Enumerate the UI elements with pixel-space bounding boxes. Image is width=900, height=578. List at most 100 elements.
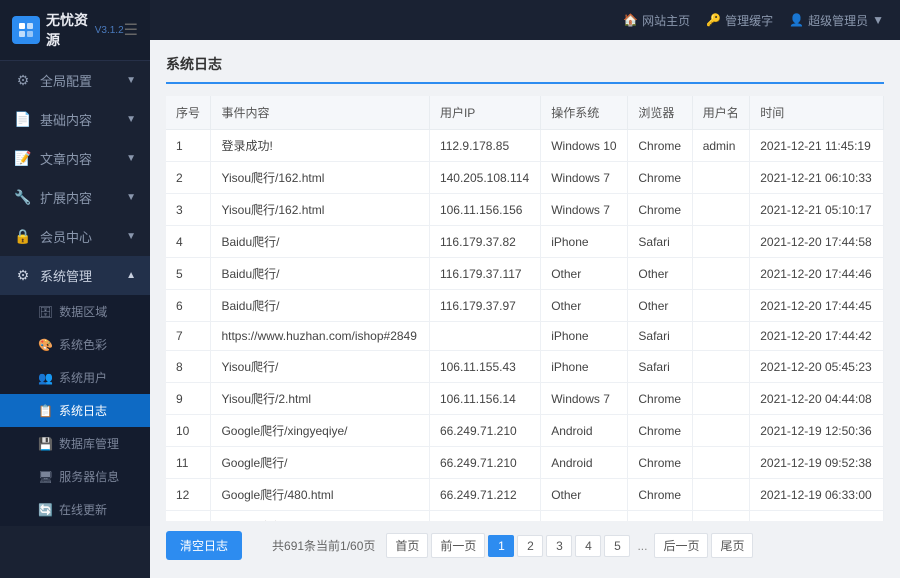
- sidebar-item-kuozhan[interactable]: 🔧 扩展内容 ▼: [0, 178, 150, 217]
- sidebar-item-xitongse[interactable]: 🎨 系统色彩: [0, 328, 150, 361]
- sidebar-item-huiyuan[interactable]: 🔒 会员中心 ▼: [0, 217, 150, 256]
- xitong-icon: ⚙: [14, 267, 32, 285]
- cell-os: Windows 7: [541, 194, 628, 226]
- cell-id: 9: [166, 383, 211, 415]
- table-row: 6Baidu爬行/116.179.37.97OtherOther2021-12-…: [166, 290, 884, 322]
- wenzhang-label: 文章内容: [40, 149, 92, 168]
- cell-browser: Chrome: [628, 194, 692, 226]
- sidebar-item-dianpu[interactable]: 💾 数据库管理: [0, 427, 150, 460]
- sidebar-logo: 无忧资源 V3.1.2 ☰: [0, 0, 150, 61]
- sidebar-item-xitong[interactable]: ⚙ 系统管理 ▲ 🗄 数据区域 🎨 系统色彩 👥 系统用户 📋: [0, 256, 150, 526]
- app-name: 无忧资源: [46, 10, 91, 50]
- table-header-row: 序号 事件内容 用户IP 操作系统 浏览器 用户名 时间: [166, 96, 884, 130]
- cell-ip: 66.249.71.212: [429, 511, 540, 522]
- cell-event: Yisou爬行/162.html: [211, 194, 430, 226]
- table-row: 5Baidu爬行/116.179.37.117OtherOther2021-12…: [166, 258, 884, 290]
- cell-id: 6: [166, 290, 211, 322]
- sidebar-item-rizhi[interactable]: 📋 系统日志: [0, 394, 150, 427]
- cell-ip: 106.11.155.43: [429, 351, 540, 383]
- cell-event: 登录成功!: [211, 130, 430, 162]
- cell-os: iPhone: [541, 322, 628, 351]
- first-page-button[interactable]: 首页: [386, 533, 428, 558]
- quanlu-label: 全局配置: [40, 71, 92, 90]
- table-row: 2Yisou爬行/162.html140.205.108.114Windows …: [166, 162, 884, 194]
- logo-icon: [12, 16, 40, 44]
- table-row: 9Yisou爬行/2.html106.11.156.14Windows 7Chr…: [166, 383, 884, 415]
- cell-ip: 106.11.156.14: [429, 383, 540, 415]
- cell-user: admin: [692, 130, 750, 162]
- sidebar: 无忧资源 V3.1.2 ☰ ⚙ 全局配置 ▼ 📄 基础内容 ▼ 📝 文章内容 ▼: [0, 0, 150, 578]
- cell-id: 8: [166, 351, 211, 383]
- cell-ip: 116.179.37.117: [429, 258, 540, 290]
- xitong-submenu: 🗄 数据区域 🎨 系统色彩 👥 系统用户 📋 系统日志 💾 数据库: [0, 295, 150, 526]
- cell-time: 2021-12-21 06:10:33: [750, 162, 884, 194]
- cell-browser: Chrome: [628, 383, 692, 415]
- col-time: 时间: [750, 96, 884, 130]
- page-4-button[interactable]: 4: [575, 535, 601, 557]
- prev-page-button[interactable]: 前一页: [431, 533, 485, 558]
- jiben-icon: 📄: [14, 111, 32, 129]
- kuozhan-label: 扩展内容: [40, 188, 92, 207]
- last-page-button[interactable]: 尾页: [711, 533, 753, 558]
- cell-os: Windows 7: [541, 383, 628, 415]
- table-row: 3Yisou爬行/162.html106.11.156.156Windows 7…: [166, 194, 884, 226]
- cell-time: 2021-12-20 17:44:58: [750, 226, 884, 258]
- sidebar-item-shuju[interactable]: 🗄 数据区域: [0, 295, 150, 328]
- table-row: 12Google爬行/480.html66.249.71.212OtherChr…: [166, 479, 884, 511]
- quanlu-icon: ⚙: [14, 72, 32, 90]
- admin-arrow-icon: ▼: [872, 13, 884, 27]
- dianpu-label: 数据库管理: [59, 435, 119, 452]
- cell-ip: 140.205.108.114: [429, 162, 540, 194]
- cell-ip: 66.249.71.212: [429, 479, 540, 511]
- cell-time: 2021-12-21 05:10:17: [750, 194, 884, 226]
- xitongse-icon: 🎨: [38, 338, 53, 352]
- sidebar-item-jiben[interactable]: 📄 基础内容 ▼: [0, 100, 150, 139]
- quanlu-arrow: ▼: [126, 75, 136, 86]
- clear-log-button[interactable]: 清空日志: [166, 531, 242, 560]
- cell-id: 4: [166, 226, 211, 258]
- sidebar-toggle-icon[interactable]: ☰: [124, 20, 138, 40]
- sidebar-item-wenzhang[interactable]: 📝 文章内容 ▼: [0, 139, 150, 178]
- page-title: 系统日志: [166, 56, 222, 72]
- pagination: 共691条当前1/60页 首页 前一页 1 2 3 4 5 ... 后一页 尾页: [272, 533, 753, 558]
- jiben-arrow: ▼: [126, 114, 136, 125]
- cell-os: Other: [541, 479, 628, 511]
- xitongse-label: 系统色彩: [59, 336, 107, 353]
- xitong-label: 系统管理: [40, 266, 92, 285]
- cell-user: [692, 511, 750, 522]
- pagination-info: 共691条当前1/60页: [272, 537, 375, 554]
- cell-time: 2021-12-20 04:44:08: [750, 383, 884, 415]
- table-row: 1登录成功!112.9.178.85Windows 10Chromeadmin2…: [166, 130, 884, 162]
- page-3-button[interactable]: 3: [546, 535, 572, 557]
- cell-event: Yisou爬行/162.html: [211, 162, 430, 194]
- table-row: 4Baidu爬行/116.179.37.82iPhoneSafari2021-1…: [166, 226, 884, 258]
- col-id: 序号: [166, 96, 211, 130]
- cell-event: Yisou爬行/2.html: [211, 383, 430, 415]
- cell-time: 2021-12-19 12:50:36: [750, 415, 884, 447]
- kuozhan-arrow: ▼: [126, 192, 136, 203]
- sidebar-item-quanju[interactable]: ⚙ 全局配置 ▼: [0, 61, 150, 100]
- cell-os: Android: [541, 415, 628, 447]
- col-user: 用户名: [692, 96, 750, 130]
- cell-time: 2021-12-20 05:45:23: [750, 351, 884, 383]
- admin-menu-button[interactable]: 👤 超级管理员 ▼: [789, 12, 884, 29]
- cell-browser: Safari: [628, 322, 692, 351]
- cell-event: Google爬行/480.html: [211, 511, 430, 522]
- cell-browser: Other: [628, 258, 692, 290]
- sidebar-item-fuwuqi[interactable]: 🖥 服务器信息: [0, 460, 150, 493]
- dianpu-icon: 💾: [38, 437, 53, 451]
- fuwuqi-label: 服务器信息: [59, 468, 119, 485]
- website-home-button[interactable]: 🏠 网站主页: [623, 12, 690, 29]
- cell-browser: Chrome: [628, 130, 692, 162]
- cell-id: 7: [166, 322, 211, 351]
- cell-event: Baidu爬行/: [211, 290, 430, 322]
- next-page-button[interactable]: 后一页: [654, 533, 708, 558]
- sidebar-item-yonghu[interactable]: 👥 系统用户: [0, 361, 150, 394]
- cell-browser: Safari: [628, 351, 692, 383]
- sidebar-item-gengxin[interactable]: 🔄 在线更新: [0, 493, 150, 526]
- page-5-button[interactable]: 5: [604, 535, 630, 557]
- manage-label: 管理缓字: [725, 12, 773, 29]
- page-1-button[interactable]: 1: [488, 535, 514, 557]
- page-2-button[interactable]: 2: [517, 535, 543, 557]
- manage-cache-button[interactable]: 🔑 管理缓字: [706, 12, 773, 29]
